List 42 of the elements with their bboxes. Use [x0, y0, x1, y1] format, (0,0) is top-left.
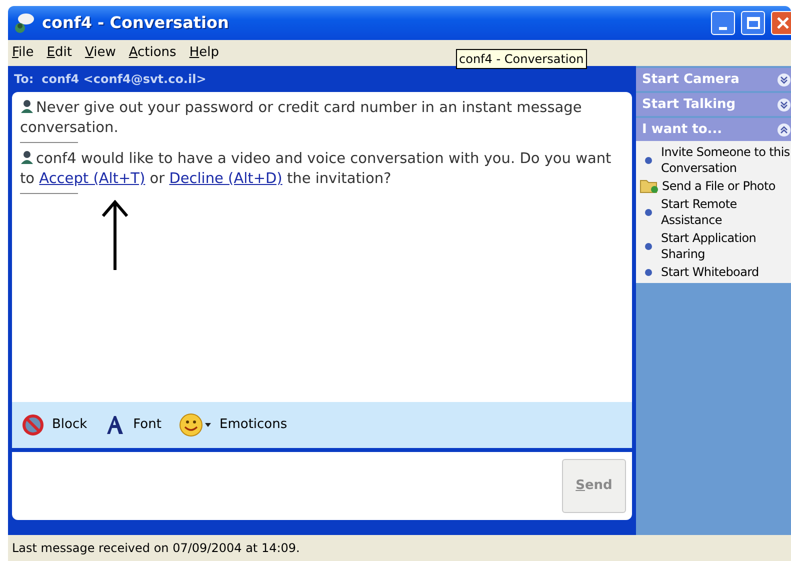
task-link[interactable]: Start Application Sharing	[661, 230, 791, 262]
window-title: conf4 - Conversation	[42, 12, 229, 34]
font-icon	[105, 415, 126, 435]
emoticons-button[interactable]: Emoticons	[179, 413, 288, 437]
chat-bubble-icon	[14, 12, 36, 34]
person-icon	[20, 150, 34, 165]
folder-icon	[640, 180, 658, 192]
font-button[interactable]: Font	[105, 415, 162, 435]
block-button[interactable]: Block	[22, 414, 88, 436]
close-button[interactable]	[771, 11, 791, 35]
menu-item[interactable]: Actions	[128, 43, 176, 63]
bullet-icon	[645, 156, 652, 164]
contact-name: conf4 <conf4@svt.co.il>	[42, 71, 206, 88]
accept-link[interactable]: Accept (Alt+T)	[39, 171, 146, 187]
caret-icon	[205, 423, 212, 427]
bullet-icon	[645, 242, 652, 250]
menu-item[interactable]: File	[12, 43, 34, 63]
menu-item[interactable]: View	[84, 43, 116, 63]
bullet-icon	[645, 268, 652, 276]
invitation-message: conf4 would like to have a video and voice conversation with you. Do you want to Accept (Alt+T) or Decline (Alt+D) the invitation?	[20, 149, 612, 189]
collapse-icon[interactable]	[777, 122, 791, 136]
up-arrow-drawing	[100, 200, 130, 272]
close-icon	[776, 16, 790, 30]
expand-icon[interactable]	[777, 72, 791, 86]
minimize-button[interactable]	[711, 11, 735, 35]
task-link[interactable]: Start Remote Assistance	[661, 196, 791, 228]
task-link[interactable]: Invite Someone to this Conversation	[661, 144, 791, 176]
maximize-button[interactable]	[741, 11, 765, 35]
bullet-icon	[645, 208, 652, 216]
tooltip: conf4 - Conversation	[456, 49, 587, 69]
block-icon	[22, 414, 44, 436]
smiley-icon	[179, 413, 204, 437]
task-link[interactable]: Start Whiteboard	[661, 264, 759, 280]
task-link[interactable]: Send a File or Photo	[662, 178, 776, 194]
status-text: Last message received on 07/09/2004 at 14:09.	[12, 540, 300, 557]
warning-message: Never give out your password or credit card number in an instant message conversation.	[20, 98, 583, 138]
person-icon	[20, 99, 34, 114]
menu-item[interactable]: Edit	[46, 43, 72, 63]
menu-item[interactable]: Help	[189, 43, 219, 63]
expand-icon[interactable]	[777, 98, 791, 112]
to-label: To:	[14, 71, 34, 88]
decline-link[interactable]: Decline (Alt+D)	[169, 171, 282, 187]
